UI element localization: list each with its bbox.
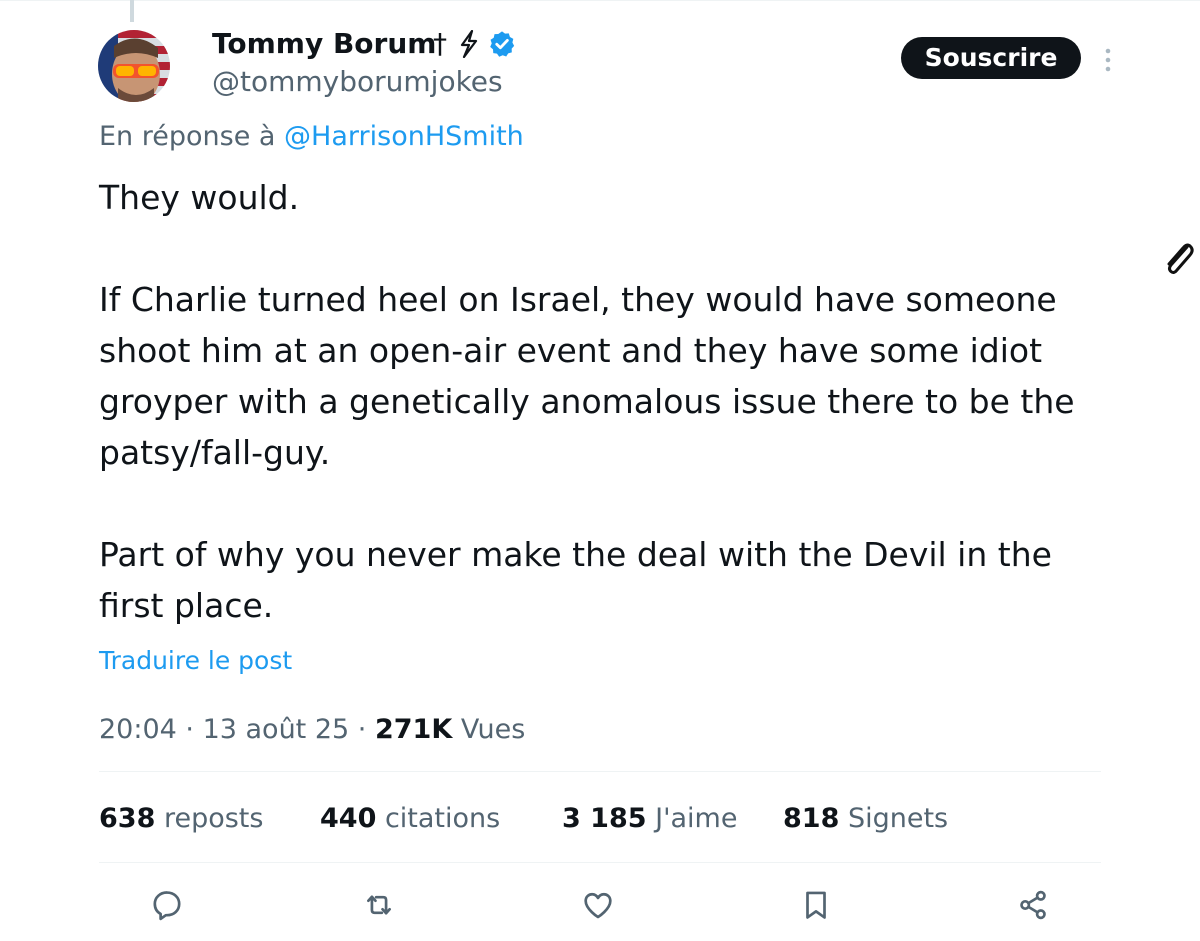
views-count: 271K bbox=[374, 714, 453, 745]
bookmark-icon[interactable] bbox=[799, 888, 833, 922]
post-paragraph: Part of why you never make the deal with… bbox=[99, 535, 1052, 625]
lightning-bolt-icon bbox=[460, 30, 478, 58]
post-meta: 20:04 · 13 août 25 · 271K Vues bbox=[99, 712, 525, 748]
post-date[interactable]: 13 août 25 bbox=[203, 714, 350, 745]
avatar[interactable] bbox=[98, 30, 170, 102]
post-text: They would. If Charlie turned heel on Is… bbox=[99, 172, 1109, 631]
quotes-stat[interactable]: 440 citations bbox=[320, 800, 500, 838]
reply-to-handle-link[interactable]: @HarrisonHSmith bbox=[284, 121, 524, 152]
bookmarks-stat[interactable]: 818 Signets bbox=[783, 800, 948, 838]
paperclip-icon[interactable] bbox=[1160, 240, 1196, 280]
subscribe-button[interactable]: Souscrire bbox=[901, 37, 1081, 79]
repost-icon[interactable] bbox=[362, 888, 396, 922]
reply-icon[interactable] bbox=[150, 888, 184, 922]
meta-separator: · bbox=[176, 714, 203, 745]
stat-count: 818 bbox=[783, 803, 840, 834]
likes-stat[interactable]: 3 185 J'aime bbox=[562, 800, 737, 838]
author-name[interactable]: Tommy Borum bbox=[212, 26, 436, 62]
stat-label: reposts bbox=[155, 803, 264, 834]
more-options-icon[interactable] bbox=[1100, 46, 1116, 74]
share-icon[interactable] bbox=[1016, 888, 1050, 922]
post-paragraph: If Charlie turned heel on Israel, they w… bbox=[99, 280, 1075, 472]
translate-post-link[interactable]: Traduire le post bbox=[99, 644, 292, 678]
stat-label: J'aime bbox=[646, 803, 738, 834]
post-paragraph: They would. bbox=[99, 178, 300, 217]
reply-prefix: En réponse à bbox=[99, 121, 285, 152]
reposts-stat[interactable]: 638 reposts bbox=[99, 800, 263, 838]
thread-connector-line bbox=[130, 0, 134, 22]
like-icon[interactable] bbox=[581, 888, 615, 922]
stat-count: 3 185 bbox=[562, 803, 647, 834]
stat-label: Signets bbox=[839, 803, 949, 834]
views-label: Vues bbox=[452, 714, 526, 745]
post-time[interactable]: 20:04 bbox=[99, 714, 177, 745]
author-name-symbol: † bbox=[433, 27, 447, 60]
stat-count: 638 bbox=[99, 803, 156, 834]
stat-count: 440 bbox=[320, 803, 377, 834]
meta-separator: · bbox=[349, 714, 375, 745]
divider bbox=[99, 771, 1101, 772]
top-divider bbox=[0, 0, 1200, 1]
stat-label: citations bbox=[376, 803, 501, 834]
verified-badge-icon[interactable] bbox=[488, 30, 516, 58]
divider bbox=[99, 862, 1101, 863]
reply-context: En réponse à @HarrisonHSmith bbox=[99, 119, 524, 155]
author-handle[interactable]: @tommyborumjokes bbox=[212, 64, 503, 100]
avatar-image bbox=[98, 30, 170, 102]
